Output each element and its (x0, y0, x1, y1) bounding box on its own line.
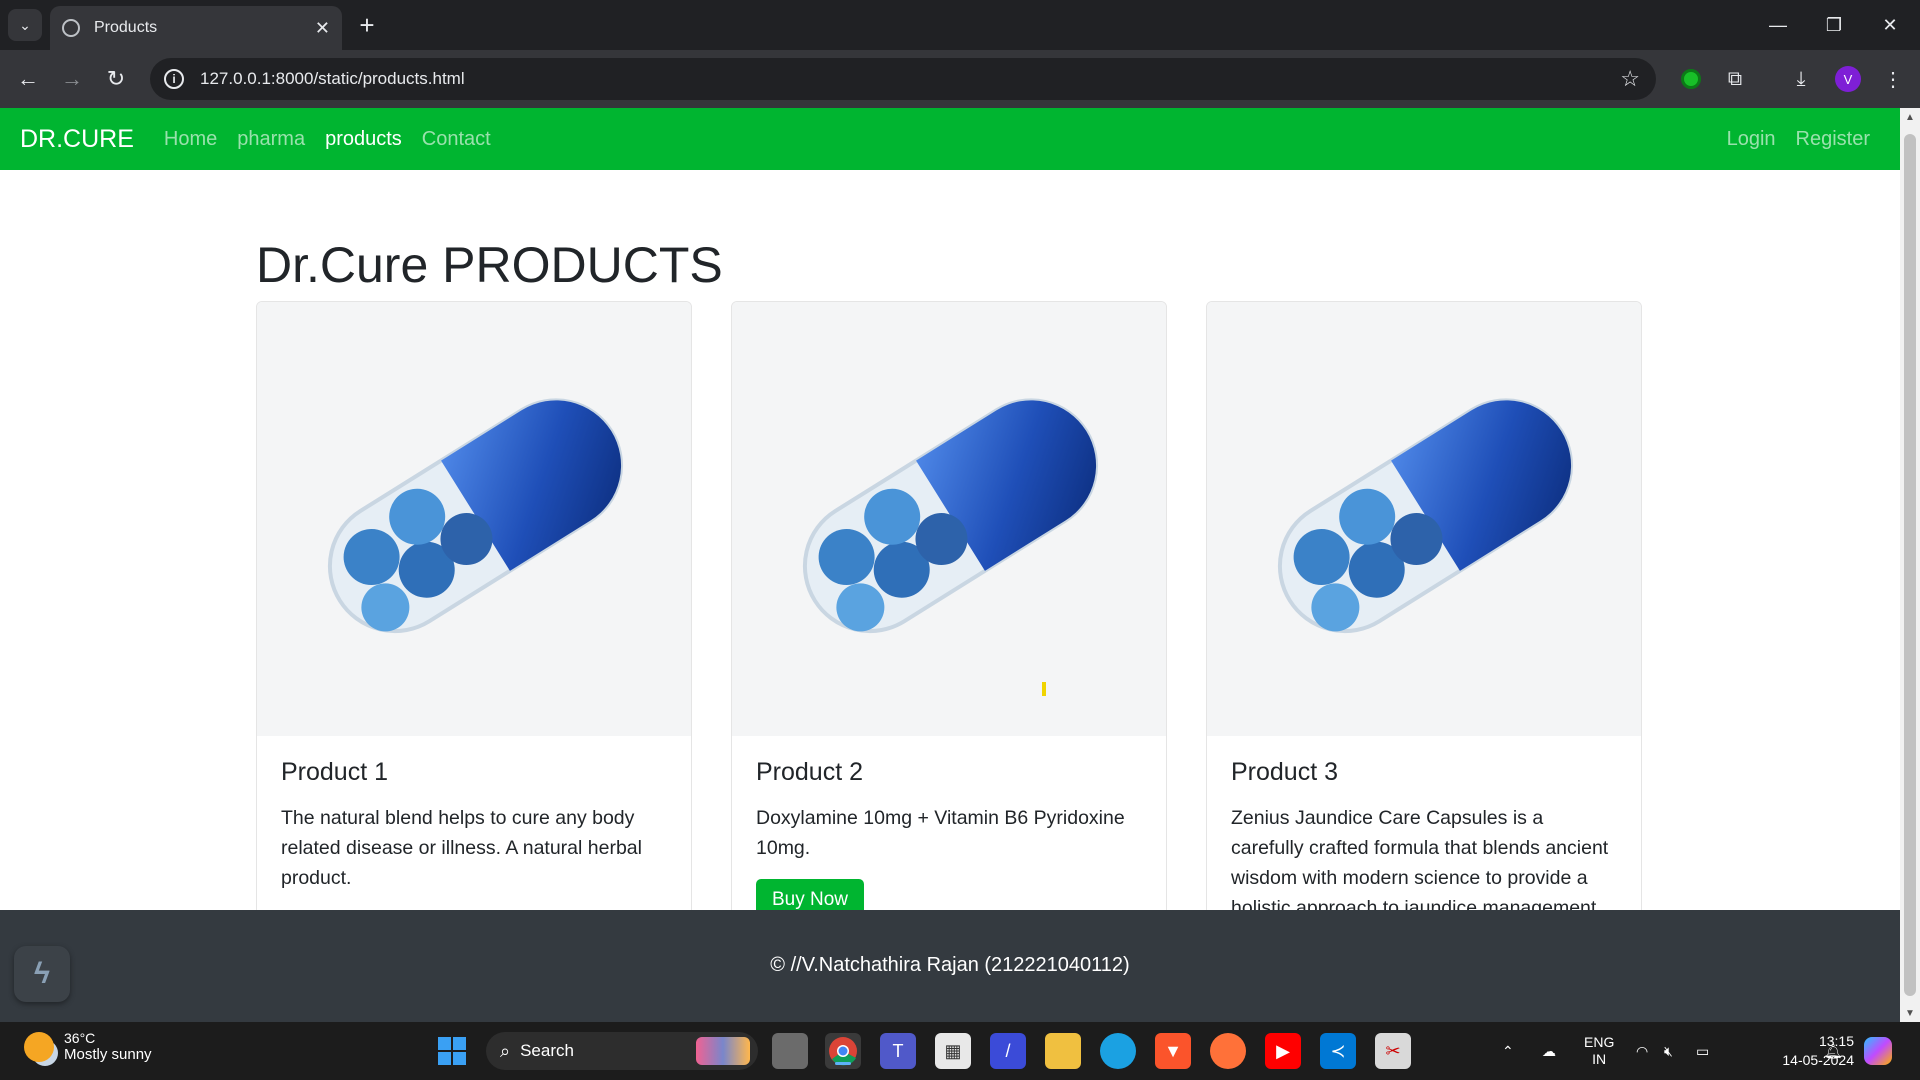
product-title: Product 2 (756, 758, 864, 786)
page-viewport: DR.CURE Home pharma products Contact Log… (0, 108, 1900, 1022)
product-card-2: Product 2 Doxylamine 10mg + Vitamin B6 P… (731, 301, 1167, 941)
tab-search-button[interactable]: ⌄ (8, 9, 42, 41)
chrome-icon[interactable] (825, 1033, 861, 1069)
nav-pharma[interactable]: pharma (237, 128, 305, 151)
browser-tabbar: ⌄ Products ✕ + — ❐ ✕ (0, 0, 1920, 50)
weather-temperature: 36°C (64, 1030, 96, 1046)
nav-auth: Login Register (1707, 108, 1870, 170)
brave-icon[interactable]: ▼ (1155, 1033, 1191, 1069)
nav-login[interactable]: Login (1727, 128, 1776, 151)
browser-toolbar: ← → ↻ i 127.0.0.1:8000/static/products.h… (0, 50, 1920, 108)
capsule-image (732, 302, 1166, 736)
new-tab-button[interactable]: + (352, 10, 382, 40)
clock-date: 14-05-2024 (1782, 1052, 1854, 1068)
search-icon: ⌕ (500, 1040, 511, 1061)
nav-home[interactable]: Home (164, 128, 217, 151)
copilot-icon[interactable] (1864, 1022, 1892, 1080)
close-window-button[interactable]: ✕ (1862, 0, 1918, 50)
store-icon[interactable]: ▦ (935, 1033, 971, 1069)
extension-icon[interactable] (1678, 66, 1704, 92)
product-title: Product 3 (1231, 758, 1339, 786)
page-scrollbar[interactable]: ▲ ▼ (1900, 108, 1920, 1022)
menu-kebab-icon[interactable]: ⋮ (1880, 66, 1906, 92)
site-footer: ϟ © //V.Natchathira Rajan (212221040112) (0, 910, 1900, 1022)
extensions-puzzle-icon[interactable]: ⧉ (1722, 66, 1748, 92)
product-card-1: Product 1 The natural blend helps to cur… (256, 301, 692, 941)
partly-sunny-icon (24, 1031, 54, 1062)
nav-contact[interactable]: Contact (422, 128, 491, 151)
firefox-icon[interactable] (1210, 1033, 1246, 1069)
snipping-tool-icon[interactable]: ✂ (1375, 1033, 1411, 1069)
product-description: Zenius Jaundice Care Capsules is a caref… (1231, 807, 1609, 919)
restore-button[interactable]: ❐ (1806, 0, 1862, 50)
chevron-down-icon: ⌄ (19, 16, 31, 33)
windows-logo-icon (438, 1037, 466, 1065)
scrollbar-thumb[interactable] (1904, 134, 1916, 996)
scroll-up-icon[interactable]: ▲ (1900, 108, 1920, 126)
profile-avatar[interactable]: V (1835, 66, 1861, 92)
windows-taskbar: 36°C Mostly sunny ⌕ Search T ▦ / ▼ ▶ ≺ ✂… (0, 1022, 1920, 1080)
close-tab-icon[interactable]: ✕ (315, 18, 330, 39)
notification-bell-icon[interactable]: 🔔︎ (1824, 1022, 1842, 1080)
site-info-icon[interactable]: i (164, 69, 184, 89)
task-view-icon[interactable] (772, 1033, 808, 1069)
app-icon[interactable]: / (990, 1033, 1026, 1069)
product-description: The natural blend helps to cure any body… (281, 807, 642, 889)
page-title: Dr.Cure PRODUCTS (256, 237, 723, 293)
system-clock[interactable]: 13:15 14-05-2024 (1782, 1032, 1854, 1070)
capsule-image (257, 302, 691, 736)
scroll-down-icon[interactable]: ▼ (1900, 1004, 1920, 1022)
taskbar-search[interactable]: ⌕ Search (486, 1032, 758, 1070)
search-highlight-icon (696, 1037, 750, 1065)
start-button[interactable] (434, 1033, 470, 1069)
taskbar-search-label: Search (520, 1041, 574, 1060)
file-explorer-icon[interactable] (1045, 1033, 1081, 1069)
browser-tab[interactable]: Products ✕ (50, 6, 342, 50)
tray-chevron-icon[interactable]: ⌃ (1502, 1022, 1514, 1080)
network-warning-icon[interactable]: ☁ (1542, 1022, 1556, 1080)
capsule-image (1207, 302, 1641, 736)
edge-icon[interactable] (1100, 1033, 1136, 1069)
tab-title: Products (94, 19, 158, 36)
product-description: Doxylamine 10mg + Vitamin B6 Pyridoxine … (756, 807, 1125, 859)
site-navbar: DR.CURE Home pharma products Contact Log… (0, 108, 1900, 170)
footer-copyright: © //V.Natchathira Rajan (212221040112) (770, 954, 1130, 976)
weather-condition: Mostly sunny (64, 1046, 152, 1063)
nav-register[interactable]: Register (1796, 128, 1870, 151)
url-text: 127.0.0.1:8000/static/products.html (200, 69, 465, 88)
language-indicator[interactable]: ENG IN (1584, 1022, 1614, 1080)
wifi-icon[interactable]: ◠ (1636, 1022, 1648, 1080)
youtube-icon[interactable]: ▶ (1265, 1033, 1301, 1069)
nav-products[interactable]: products (325, 128, 402, 151)
back-button[interactable]: ← (12, 63, 44, 95)
reload-button[interactable]: ↻ (100, 63, 132, 95)
vscode-icon[interactable]: ≺ (1320, 1033, 1356, 1069)
download-icon[interactable]: ⤓ (1788, 66, 1814, 92)
bookmark-star-icon[interactable]: ☆ (1620, 66, 1640, 92)
product-card-3: Product 3 Zenius Jaundice Care Capsules … (1206, 301, 1642, 941)
volume-muted-icon[interactable]: 🔇︎ (1664, 1022, 1673, 1080)
globe-icon (62, 19, 80, 37)
language-code: ENG (1584, 1034, 1615, 1050)
minimize-button[interactable]: — (1750, 0, 1806, 50)
address-bar[interactable]: i 127.0.0.1:8000/static/products.html ☆ (150, 58, 1656, 100)
forward-button[interactable]: → (56, 63, 88, 95)
site-brand[interactable]: DR.CURE (20, 125, 134, 154)
teams-icon[interactable]: T (880, 1033, 916, 1069)
battery-icon[interactable]: ▭ (1696, 1022, 1709, 1080)
region-code: IN (1592, 1051, 1607, 1067)
clock-time: 13:15 (1818, 1033, 1854, 1049)
weather-widget[interactable]: 36°C Mostly sunny (24, 1030, 152, 1063)
product-title: Product 1 (281, 758, 389, 786)
